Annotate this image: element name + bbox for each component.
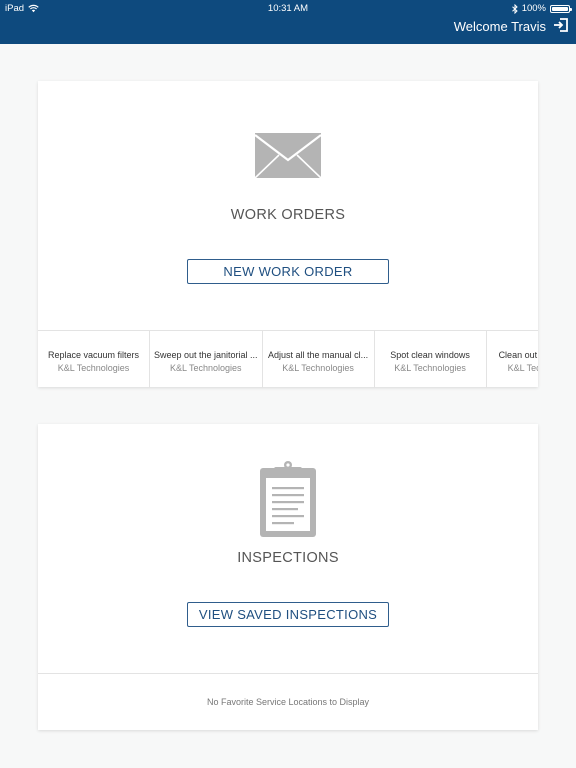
- app-header: iPad 10:31 AM 100% Welcome Travis: [0, 0, 576, 44]
- inspections-title: INSPECTIONS: [237, 550, 339, 566]
- work-order-title: Sweep out the janitorial ...: [154, 350, 258, 360]
- welcome-text: Welcome Travis: [453, 19, 546, 34]
- work-order-company: K&L Technologies: [57, 363, 130, 373]
- envelope-icon: [255, 133, 321, 178]
- inspections-icon-wrap: [38, 461, 538, 539]
- battery-percent: 100%: [521, 3, 546, 14]
- work-order-company: K&L Tec: [507, 363, 538, 373]
- work-orders-title: WORK ORDERS: [230, 207, 346, 223]
- status-bar-right: 100%: [511, 3, 572, 14]
- work-order-title: Spot clean windows: [390, 350, 470, 360]
- logout-icon: [554, 18, 568, 32]
- work-order-title: Clean out: [498, 350, 538, 360]
- view-saved-inspections-button[interactable]: VIEW SAVED INSPECTIONS: [187, 602, 389, 627]
- inspections-card: INSPECTIONS VIEW SAVED INSPECTIONS No Fa…: [38, 424, 538, 730]
- recent-work-orders-strip[interactable]: Replace vacuum filters K&L Technologies …: [38, 330, 538, 388]
- logout-button[interactable]: [553, 17, 569, 33]
- work-order-company: K&L Technologies: [394, 363, 466, 373]
- work-order-item[interactable]: Replace vacuum filters K&L Technologies: [38, 331, 150, 388]
- status-time: 10:31 AM: [267, 3, 309, 14]
- work-order-item[interactable]: Clean out K&L Tec: [487, 331, 538, 388]
- work-order-item[interactable]: Adjust all the manual cl... K&L Technolo…: [263, 331, 375, 388]
- divider: [38, 673, 538, 674]
- battery-icon: [550, 4, 572, 13]
- work-order-company: K&L Technologies: [170, 363, 242, 373]
- work-order-title: Adjust all the manual cl...: [268, 350, 369, 360]
- work-order-item[interactable]: Sweep out the janitorial ... K&L Technol…: [150, 331, 263, 388]
- work-order-item[interactable]: Spot clean windows K&L Technologies: [375, 331, 487, 388]
- work-order-title: Replace vacuum filters: [47, 350, 140, 360]
- no-favorites-message: No Favorite Service Locations to Display: [206, 697, 370, 707]
- clipboard-icon: [260, 461, 316, 537]
- work-order-company: K&L Technologies: [282, 363, 354, 373]
- work-orders-card: WORK ORDERS NEW WORK ORDER Replace vacuu…: [38, 81, 538, 388]
- bluetooth-icon: [511, 3, 518, 14]
- new-work-order-button[interactable]: NEW WORK ORDER: [187, 259, 389, 284]
- work-orders-icon-wrap: [38, 133, 538, 178]
